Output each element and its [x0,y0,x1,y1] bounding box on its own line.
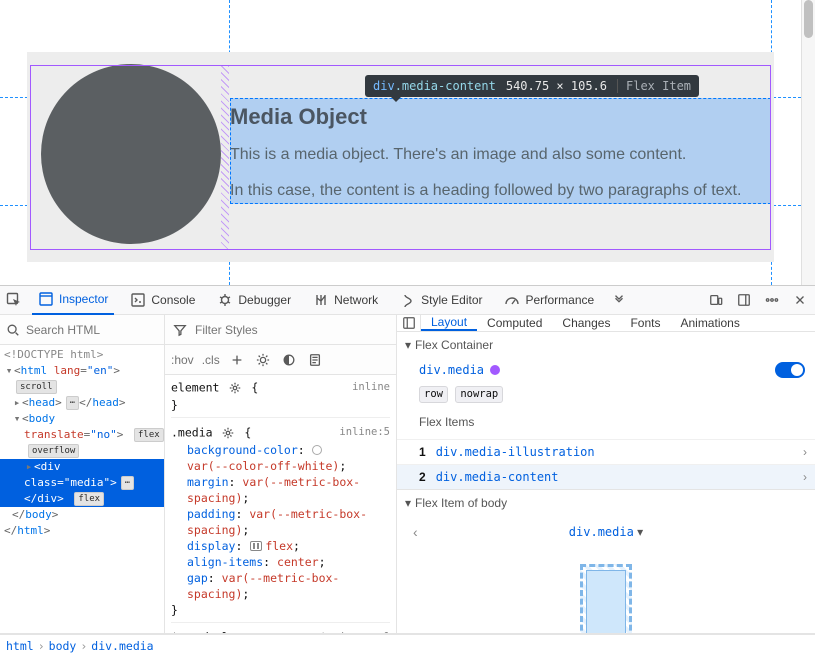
network-icon [313,292,329,308]
chip-nowrap: nowrap [455,386,503,403]
inspector-icon [38,291,54,307]
style-editor-icon [400,292,416,308]
page-preview: Media Object This is a media object. The… [0,0,815,285]
rules-panel: :hov .cls element {inline } .media {inli… [164,315,396,633]
breadcrumb[interactable]: html› body› div.media [0,634,815,656]
chip-row: row [419,386,448,403]
performance-icon [504,292,520,308]
rules-list[interactable]: element {inline } .media {inline:5 backg… [165,375,396,633]
overlay-toggle[interactable] [775,362,805,378]
gear-icon[interactable] [226,379,244,397]
flex-items-header: Flex Items [419,415,805,429]
light-scheme-icon[interactable] [254,351,272,369]
tab-style-editor[interactable]: Style Editor [394,285,488,315]
container-selector[interactable]: div.media [419,363,484,377]
more-icon[interactable] [763,291,781,309]
devtools-toolbar: Inspector Console Debugger Network Style… [0,285,815,315]
dark-scheme-icon[interactable] [280,351,298,369]
print-media-icon[interactable] [306,351,324,369]
color-swatch[interactable] [490,365,500,375]
media-image-circle [41,64,221,244]
devtools-body: <!DOCTYPE html> ▾<html lang="en"> scroll… [0,315,815,634]
tab-inspector[interactable]: Inspector [32,285,114,315]
close-devtools-icon[interactable] [791,291,809,309]
dock-side-icon[interactable] [735,291,753,309]
flex-container-section: ▾Flex Container div.media row nowrap Fle… [397,332,815,490]
rule-element: element {inline } [171,379,390,418]
caret-down-icon[interactable]: ▾ [405,338,411,352]
sidebar-toggle-icon[interactable] [397,315,421,331]
console-icon [130,292,146,308]
rules-toolbar [165,315,396,345]
media-content-text: Media Object This is a media object. The… [230,104,771,215]
responsive-mode-icon[interactable] [707,291,725,309]
rule-reset: *, ::before, ::afterreset.min.css:1 { bo… [171,629,390,633]
inspect-picker-icon[interactable] [6,292,22,308]
rule-media: .media {inline:5 background-color: var(-… [171,424,390,623]
dom-tree[interactable]: <!DOCTYPE html> ▾<html lang="en"> scroll… [0,345,164,633]
markup-search-bar [0,315,164,345]
filter-icon [171,321,189,339]
pseudo-cls[interactable]: .cls [202,353,220,367]
layout-tab-computed[interactable]: Computed [477,315,552,331]
layout-tab-changes[interactable]: Changes [552,315,620,331]
flex-item-diagram [397,548,815,633]
search-icon [6,321,20,339]
tab-console[interactable]: Console [124,285,201,315]
rules-subtoolbar: :hov .cls [165,345,396,375]
flex-item-1[interactable]: 1div.media-illustration› [397,439,815,464]
inspect-tooltip: div.media-content 540.75 × 105.6 Flex It… [365,75,699,97]
tab-debugger[interactable]: Debugger [211,285,297,315]
preview-scrollbar[interactable] [801,0,815,285]
doctype-row: <!DOCTYPE html> [0,347,164,363]
tab-network[interactable]: Network [307,285,384,315]
new-rule-icon[interactable] [228,351,246,369]
search-html-input[interactable] [26,323,164,337]
chevron-right-icon: › [803,470,807,484]
pseudo-hov[interactable]: :hov [171,353,194,367]
tabs-overflow-icon[interactable] [610,291,628,309]
debugger-icon [217,292,233,308]
layout-tab-fonts[interactable]: Fonts [620,315,670,331]
selected-node: ▸<div [0,459,164,475]
media-heading: Media Object [230,104,771,130]
layout-tab-layout[interactable]: Layout [421,315,477,331]
layout-panel: Layout Computed Changes Fonts Animations… [396,315,815,633]
flex-item-2[interactable]: 2div.media-content› [397,464,815,489]
flex-item-of-body-section: ▾Flex Item of body ‹ div.media ▾ › [397,490,815,633]
caret-down-icon[interactable]: ▾ [405,496,411,510]
filter-styles-input[interactable] [195,323,390,337]
layout-tabs: Layout Computed Changes Fonts Animations [397,315,815,332]
markup-panel: <!DOCTYPE html> ▾<html lang="en"> scroll… [0,315,164,633]
layout-tab-animations[interactable]: Animations [670,315,749,331]
gear-icon[interactable] [219,424,237,442]
tab-performance[interactable]: Performance [498,285,600,315]
flex-gap-hatch [221,65,229,250]
media-paragraph-1: This is a media object. There's an image… [230,144,771,166]
chevron-right-icon: › [803,445,807,459]
media-paragraph-2: In this case, the content is a heading f… [230,180,771,202]
